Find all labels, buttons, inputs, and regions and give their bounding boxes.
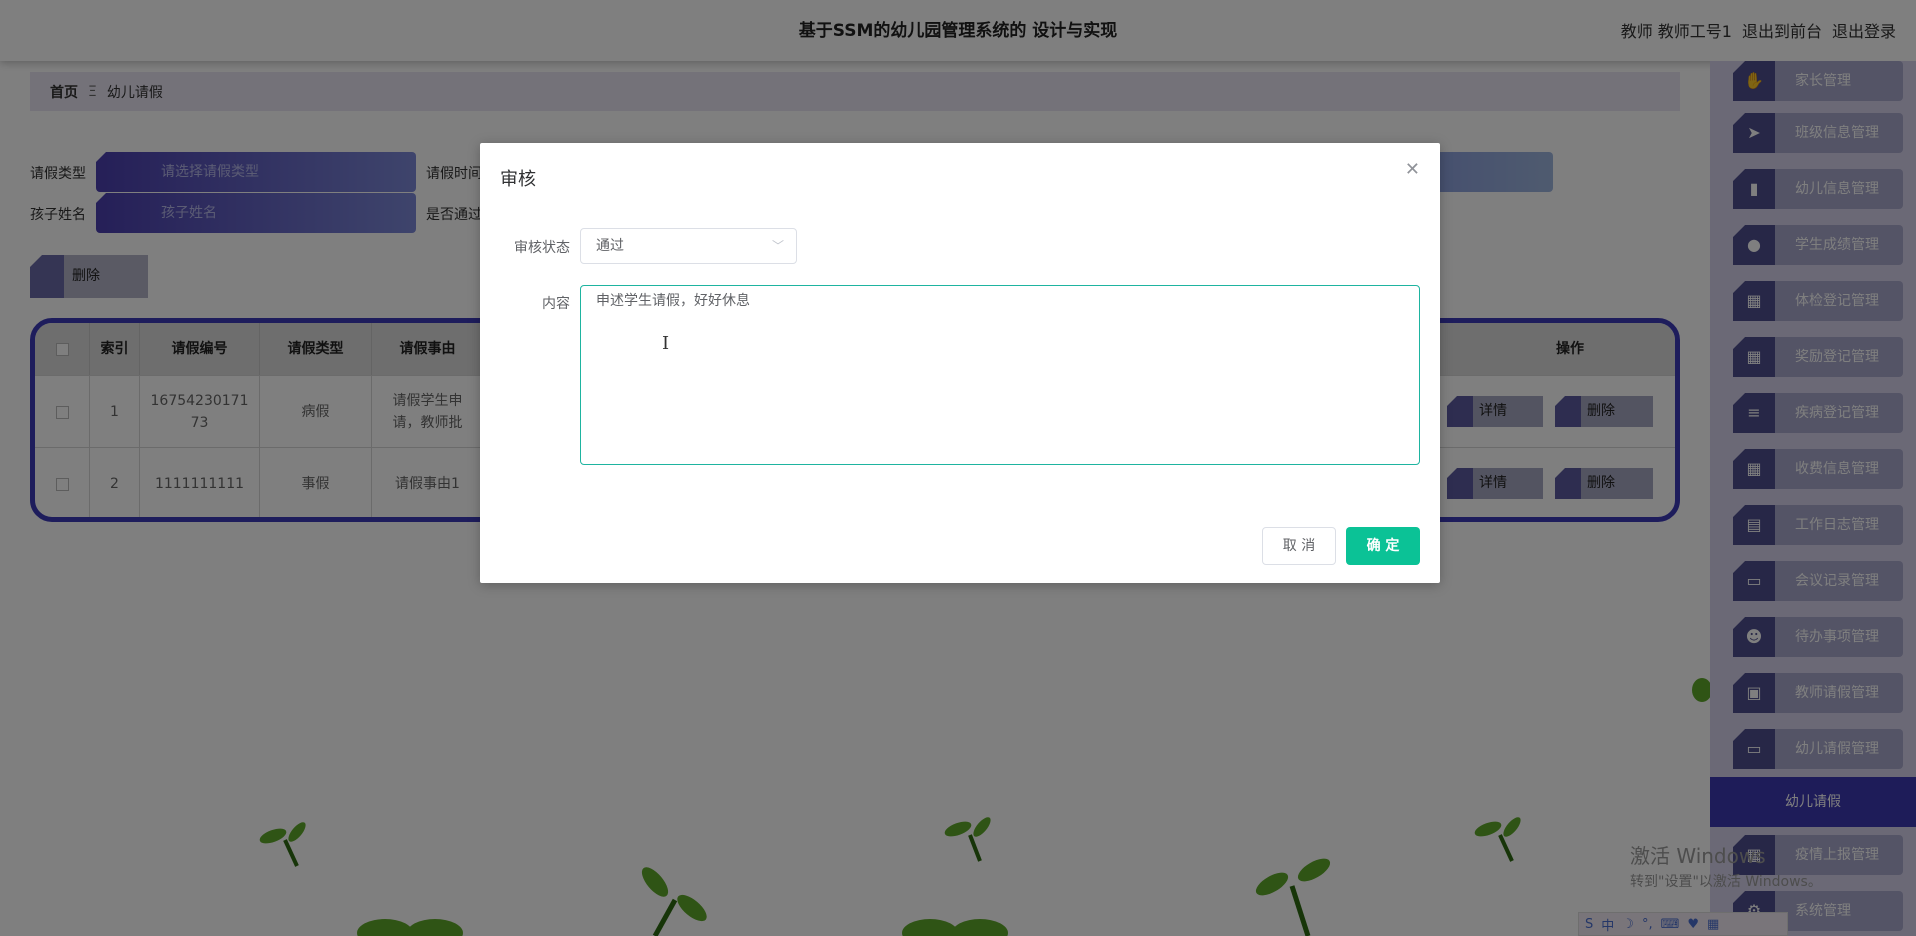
status-label: 审核状态 [514, 240, 570, 256]
content-label: 内容 [542, 296, 570, 312]
review-dialog: 审核 ✕ 审核状态 通过 ﹀ 内容 申述学生请假，好好休息 I 取 消 确 定 [480, 143, 1440, 583]
text-cursor-icon: I [662, 333, 670, 354]
chevron-down-icon: ﹀ [771, 239, 784, 253]
cancel-button[interactable]: 取 消 [1262, 527, 1336, 565]
dialog-title: 审核 [500, 169, 536, 190]
confirm-button[interactable]: 确 定 [1346, 527, 1420, 565]
content-textarea[interactable]: 申述学生请假，好好休息 [580, 285, 1420, 465]
status-select[interactable]: 通过 ﹀ [580, 228, 797, 264]
status-select-value: 通过 [596, 238, 624, 254]
close-icon[interactable]: ✕ [1405, 159, 1420, 180]
